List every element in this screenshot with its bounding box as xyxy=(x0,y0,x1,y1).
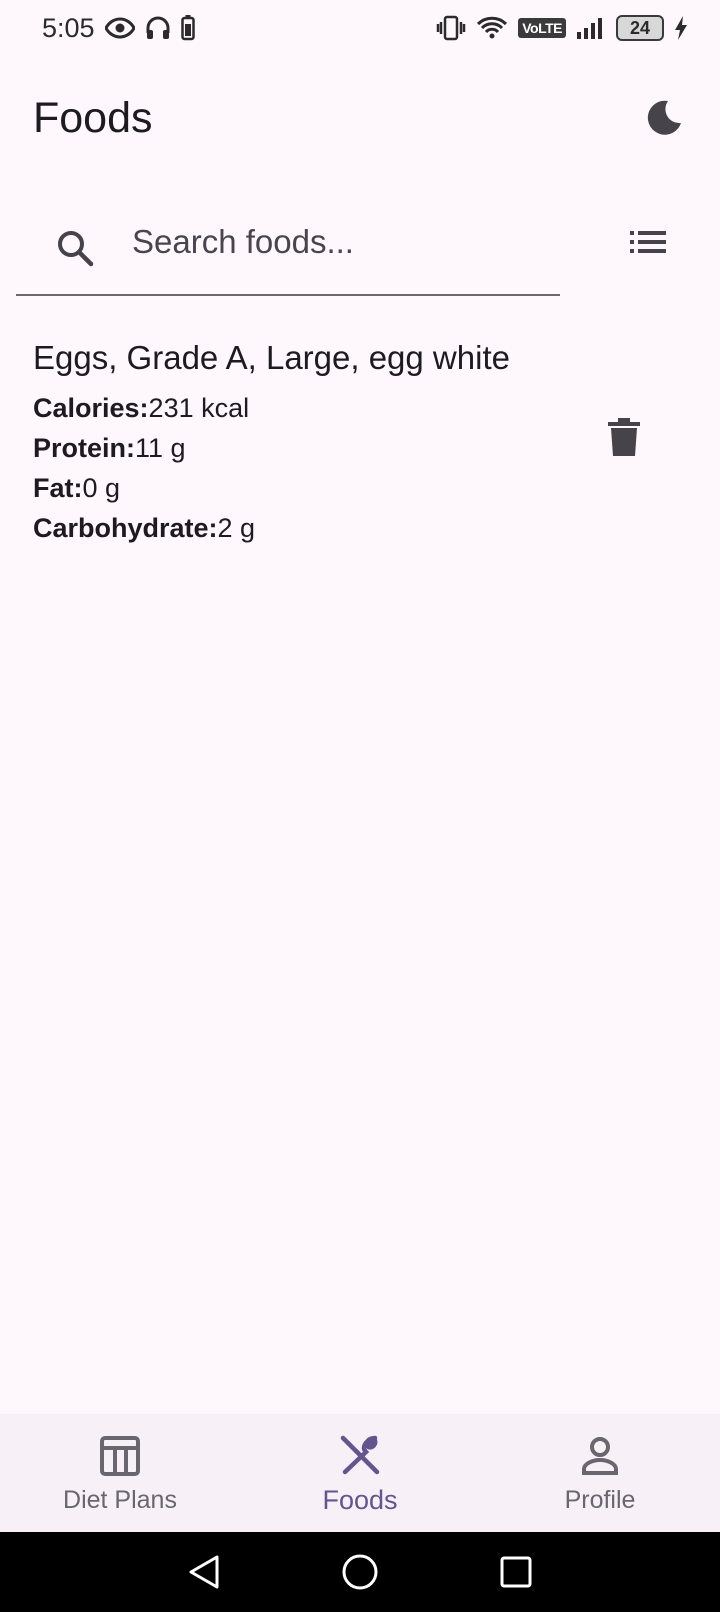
system-navigation-bar xyxy=(0,1532,720,1612)
calendar-table-icon xyxy=(99,1432,141,1480)
nutrient-label: Fat: xyxy=(33,473,83,503)
recents-icon xyxy=(500,1556,532,1588)
nav-label: Diet Plans xyxy=(63,1485,177,1514)
nav-item-foods[interactable]: Foods xyxy=(240,1414,480,1532)
nav-item-profile[interactable]: Profile xyxy=(480,1414,720,1532)
food-name: Eggs, Grade A, Large, egg white xyxy=(33,339,510,376)
person-icon xyxy=(579,1432,621,1480)
nutrient-label: Carbohydrate: xyxy=(33,513,218,543)
home-button[interactable] xyxy=(336,1548,384,1596)
status-right: VoLTE 24 xyxy=(436,15,688,41)
recents-button[interactable] xyxy=(492,1548,540,1596)
nutrient-value: 11 g xyxy=(135,433,186,463)
search-icon xyxy=(30,228,120,268)
nutrient-label: Protein: xyxy=(33,433,136,463)
battery-small-icon xyxy=(180,15,195,41)
status-time: 5:05 xyxy=(42,12,95,43)
trash-icon xyxy=(608,418,640,456)
nutrient-value: 2 g xyxy=(217,513,256,543)
list-icon xyxy=(630,231,666,253)
headphones-icon xyxy=(145,15,171,41)
search-row xyxy=(0,190,720,300)
signal-icon xyxy=(576,16,606,40)
utensils-icon xyxy=(339,1431,381,1479)
bottom-navigation: Diet Plans Foods Profile xyxy=(0,1414,720,1532)
list-view-button[interactable] xyxy=(618,214,678,270)
delete-food-button[interactable] xyxy=(596,410,652,466)
app-bar: Foods xyxy=(0,56,720,180)
nav-item-diet-plans[interactable]: Diet Plans xyxy=(0,1414,240,1532)
nutrient-carbohydrate: Carbohydrate:2 g xyxy=(33,508,720,548)
volte-badge: VoLTE xyxy=(518,18,566,38)
vibrate-icon xyxy=(436,15,466,41)
wifi-icon xyxy=(476,15,508,41)
eye-icon xyxy=(104,17,135,39)
nutrient-value: 0 g xyxy=(82,473,121,503)
home-icon xyxy=(342,1554,378,1590)
charging-icon xyxy=(674,15,688,41)
nav-label: Foods xyxy=(322,1484,398,1515)
screen: 5:05 VoLTE 24 Foods Search foods... Eggs… xyxy=(0,0,720,1612)
nutrient-fat: Fat:0 g xyxy=(33,468,720,508)
search-field[interactable] xyxy=(16,190,560,296)
search-input[interactable] xyxy=(120,223,560,261)
moon-icon xyxy=(647,100,681,135)
food-list-item[interactable]: Eggs, Grade A, Large, egg white Calories… xyxy=(0,330,720,550)
battery-indicator: 24 xyxy=(616,15,664,41)
nav-label: Profile xyxy=(564,1485,636,1514)
status-bar: 5:05 VoLTE 24 xyxy=(0,0,720,56)
page-title: Foods xyxy=(33,93,153,142)
back-button[interactable] xyxy=(180,1548,228,1596)
theme-toggle-button[interactable] xyxy=(636,90,692,146)
nutrient-label: Calories: xyxy=(33,393,149,423)
back-icon xyxy=(189,1555,219,1589)
status-left: 5:05 xyxy=(42,13,195,44)
nutrient-value: 231 kcal xyxy=(148,393,250,423)
